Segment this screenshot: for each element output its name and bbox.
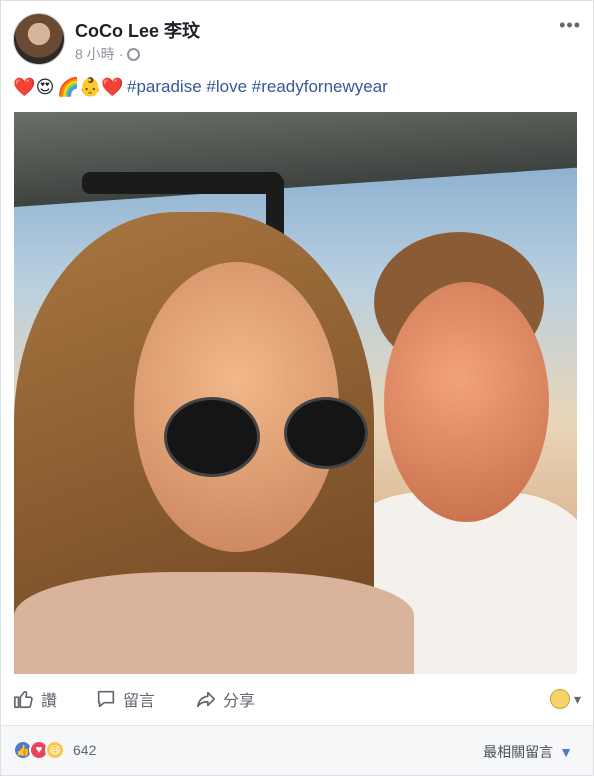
reaction-face-icon [549,689,570,709]
reaction-count: 642 [73,742,97,758]
facebook-post-card: CoCo Lee 李玟 8 小時 · ••• ❤️ 😍 🌈 👶 ❤️ #para… [0,0,594,776]
sunglasses-right-lens [284,397,368,469]
hashtags[interactable]: #paradise #love #readyfornewyear [127,77,388,97]
comment-label: 留言 [123,693,156,710]
man-face [384,282,549,522]
post-meta: 8 小時 · [75,44,141,64]
like-button[interactable]: 讚 [13,687,57,711]
baby-emoji-icon: 👶 [79,77,102,97]
haha-reaction-icon: 😆 [45,740,65,760]
reaction-summary[interactable]: 👍 ♥ 😆 642 [13,740,96,760]
post-header: CoCo Lee 李玟 8 小時 · ••• [13,13,581,67]
comment-sort-dropdown[interactable]: 最相關留言 ▼ [483,742,573,762]
meta-separator: · [118,46,124,62]
author-avatar[interactable] [13,13,65,65]
sunglasses-left-lens [164,397,260,477]
post-footer: 👍 ♥ 😆 642 最相關留言 ▼ [1,725,593,775]
woman-shirt [14,572,414,674]
sort-label: 最相關留言 [483,744,554,760]
comment-button[interactable]: 留言 [95,687,155,711]
heart-emoji-icon: ❤️ [101,77,124,97]
chevron-down-icon: ▼ [559,744,573,760]
share-arrow-icon [196,691,216,708]
more-options-button[interactable]: ••• [559,15,581,36]
comment-bubble-icon [97,690,115,708]
post-caption: ❤️ 😍 🌈 👶 ❤️ #paradise #love #readyfornew… [13,77,388,97]
thumbs-up-icon [14,690,33,709]
like-label: 讚 [41,693,58,710]
rainbow-emoji-icon: 🌈 [57,77,80,97]
post-timestamp[interactable]: 8 小時 [75,44,115,64]
author-name[interactable]: CoCo Lee 李玟 [75,17,200,43]
share-label: 分享 [223,693,256,710]
globe-icon[interactable] [127,47,141,61]
chevron-down-icon: ▾ [573,690,581,707]
post-photo[interactable] [14,112,577,674]
share-button[interactable]: 分享 [195,687,255,711]
reaction-selector[interactable]: ▾ [549,689,581,709]
heart-eyes-emoji-icon: 😍 [35,77,55,97]
heart-emoji-icon: ❤️ [13,77,36,97]
post-actions: 讚 留言 分享 ▾ [13,683,581,717]
cart-bar [82,172,282,194]
